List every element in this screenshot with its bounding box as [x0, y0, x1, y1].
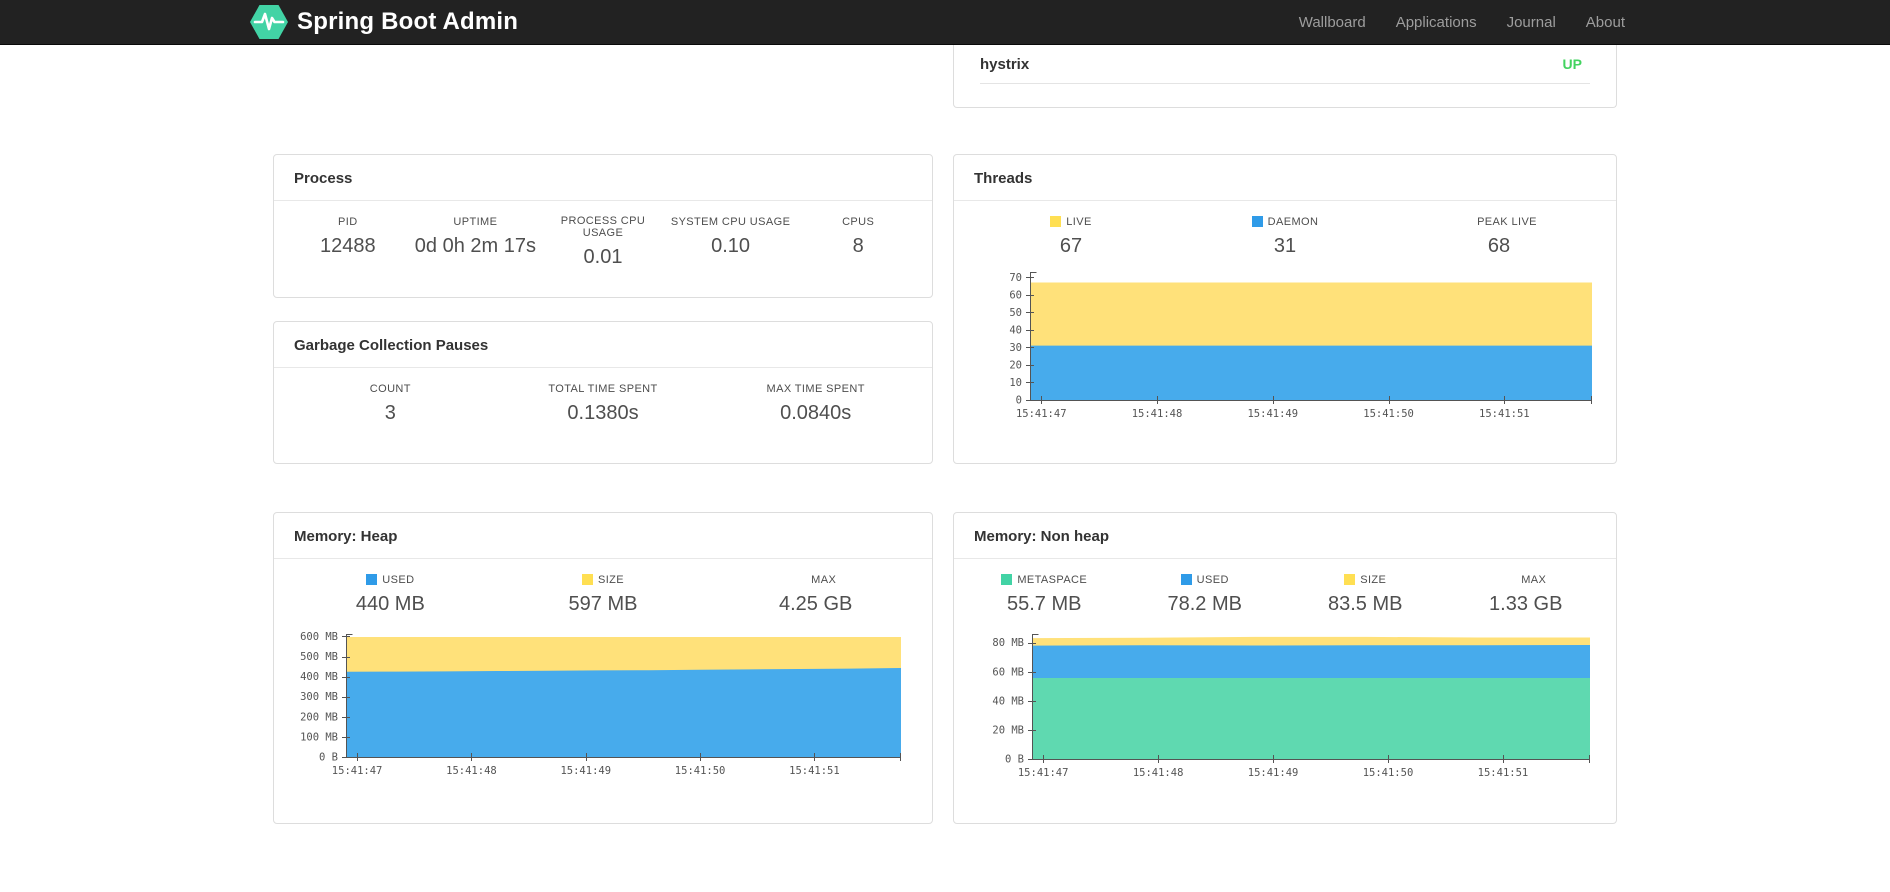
main-content: hystrix UP Process PID 12488 UPTIME 0d 0…: [273, 45, 1617, 824]
pulse-hexagon-logo-icon: [250, 3, 288, 41]
svg-text:15:41:48: 15:41:48: [446, 765, 497, 777]
metric-gc-max-time: MAX TIME SPENT 0.0840s: [766, 382, 865, 425]
svg-text:15:41:51: 15:41:51: [789, 765, 840, 777]
svg-text:15:41:51: 15:41:51: [1479, 408, 1530, 420]
threads-panel-title: Threads: [954, 155, 1616, 201]
svg-text:15:41:49: 15:41:49: [1248, 767, 1299, 779]
heap-panel-title: Memory: Heap: [274, 513, 932, 559]
health-item-name: hystrix: [980, 55, 1030, 73]
metric-uptime: UPTIME 0d 0h 2m 17s: [414, 215, 536, 258]
svg-text:15:41:47: 15:41:47: [1016, 408, 1067, 420]
svg-text:500 MB: 500 MB: [300, 651, 338, 663]
svg-text:100 MB: 100 MB: [300, 731, 338, 743]
svg-text:10: 10: [1009, 377, 1022, 389]
svg-text:50: 50: [1009, 307, 1022, 319]
threads-panel: Threads LIVE 67 DAEMON 31 PEAK LIVE 68 0…: [953, 154, 1617, 464]
svg-text:15:41:47: 15:41:47: [1018, 767, 1069, 779]
heap-legend: USED 440 MB SIZE 597 MB MAX 4.25 GB: [274, 559, 932, 620]
svg-text:15:41:47: 15:41:47: [332, 765, 383, 777]
process-metrics: PID 12488 UPTIME 0d 0h 2m 17s PROCESS CP…: [274, 201, 932, 291]
metric-gc-count: COUNT 3: [369, 382, 411, 425]
svg-text:600 MB: 600 MB: [300, 631, 338, 643]
live-swatch: [1050, 216, 1062, 227]
heap-used-swatch: [366, 574, 378, 585]
heap-panel: Memory: Heap USED 440 MB SIZE 597 MB MAX…: [273, 512, 933, 824]
svg-text:15:41:48: 15:41:48: [1132, 408, 1183, 420]
threads-chart: 0 10 20 30 40 50 60 70 15:41:47 15:41:48 15:41:49 1…: [996, 266, 1616, 429]
legend-item-heap-size: SIZE 597 MB: [568, 573, 638, 616]
svg-text:200 MB: 200 MB: [300, 711, 338, 723]
gc-panel-title: Garbage Collection Pauses: [274, 322, 932, 368]
svg-text:40: 40: [1009, 324, 1022, 336]
legend-item-nonheap-used: USED 78.2 MB: [1167, 573, 1242, 616]
svg-text:15:41:49: 15:41:49: [560, 765, 611, 777]
legend-item-peak-live: PEAK LIVE 68: [1477, 215, 1537, 258]
nonheap-legend: METASPACE 55.7 MB USED 78.2 MB SIZE 83.5…: [954, 559, 1616, 620]
svg-text:15:41:50: 15:41:50: [675, 765, 726, 777]
heap-size-swatch: [581, 574, 593, 585]
health-panel: hystrix UP: [953, 45, 1617, 108]
brand-title: Spring Boot Admin: [297, 8, 519, 35]
svg-text:20: 20: [1009, 359, 1022, 371]
metric-cpus: CPUS 8: [842, 215, 875, 258]
nonheap-chart: 0 B 20 MB 40 MB 60 MB 80 MB 15:41:47 15:41:48 1…: [966, 628, 1616, 788]
navbar: Spring Boot Admin Wallboard Applications…: [0, 0, 1890, 45]
metaspace-swatch: [1001, 574, 1013, 585]
daemon-swatch: [1251, 216, 1263, 227]
legend-item-daemon: DAEMON 31: [1178, 215, 1392, 258]
legend-item-nonheap-max: MAX 1.33 GB: [1489, 573, 1563, 616]
health-status-badge: UP: [1562, 56, 1582, 72]
health-row-hystrix: hystrix UP: [980, 45, 1590, 84]
nonheap-panel: Memory: Non heap METASPACE 55.7 MB USED …: [953, 512, 1617, 824]
legend-item-metaspace: METASPACE 55.7 MB: [964, 573, 1125, 616]
svg-text:15:41:50: 15:41:50: [1363, 408, 1414, 420]
svg-text:60: 60: [1009, 289, 1022, 301]
metric-gc-total-time: TOTAL TIME SPENT 0.1380s: [548, 382, 658, 425]
nav-links: Wallboard Applications Journal About: [1284, 0, 1640, 44]
svg-text:15:41:48: 15:41:48: [1133, 767, 1184, 779]
heap-chart: 0 B 100 MB 200 MB 300 MB 400 MB 500 MB 600 MB 1…: [280, 628, 932, 786]
nonheap-panel-title: Memory: Non heap: [954, 513, 1616, 559]
nav-link-wallboard[interactable]: Wallboard: [1284, 0, 1381, 44]
nav-link-journal[interactable]: Journal: [1492, 0, 1571, 44]
threads-legend: LIVE 67 DAEMON 31 PEAK LIVE 68: [954, 201, 1616, 262]
svg-text:30: 30: [1009, 342, 1022, 354]
svg-text:300 MB: 300 MB: [300, 691, 338, 703]
nav-link-applications[interactable]: Applications: [1381, 0, 1492, 44]
metric-system-cpu-usage: SYSTEM CPU USAGE 0.10: [670, 215, 791, 258]
svg-text:20 MB: 20 MB: [992, 724, 1024, 736]
svg-text:15:41:49: 15:41:49: [1247, 408, 1298, 420]
metric-pid: PID 12488: [319, 215, 376, 258]
svg-text:0: 0: [1016, 395, 1022, 407]
nonheap-used-swatch: [1180, 574, 1192, 585]
legend-item-heap-max: MAX 4.25 GB: [778, 573, 853, 616]
nav-link-about[interactable]: About: [1571, 0, 1640, 44]
legend-item-heap-used: USED 440 MB: [355, 573, 425, 616]
svg-text:0 B: 0 B: [1005, 754, 1024, 766]
nonheap-size-swatch: [1344, 574, 1356, 585]
gc-panel: Garbage Collection Pauses COUNT 3 TOTAL …: [273, 321, 933, 464]
svg-text:40 MB: 40 MB: [992, 695, 1024, 707]
legend-item-nonheap-size: SIZE 83.5 MB: [1328, 573, 1403, 616]
svg-text:400 MB: 400 MB: [300, 671, 338, 683]
process-panel-title: Process: [274, 155, 932, 201]
gc-metrics: COUNT 3 TOTAL TIME SPENT 0.1380s MAX TIM…: [274, 368, 932, 447]
brand[interactable]: Spring Boot Admin: [250, 0, 518, 44]
process-panel: Process PID 12488 UPTIME 0d 0h 2m 17s PR…: [273, 154, 933, 298]
svg-text:0 B: 0 B: [319, 752, 338, 764]
legend-item-live: LIVE 67: [964, 215, 1178, 258]
svg-text:15:41:51: 15:41:51: [1478, 767, 1529, 779]
svg-text:60 MB: 60 MB: [992, 666, 1024, 678]
metric-process-cpu-usage: PROCESS CPU USAGE 0.01: [560, 215, 646, 268]
svg-text:15:41:50: 15:41:50: [1363, 767, 1414, 779]
svg-text:80 MB: 80 MB: [992, 637, 1024, 649]
navbar-container: Spring Boot Admin Wallboard Applications…: [250, 0, 1640, 44]
svg-text:70: 70: [1009, 272, 1022, 284]
